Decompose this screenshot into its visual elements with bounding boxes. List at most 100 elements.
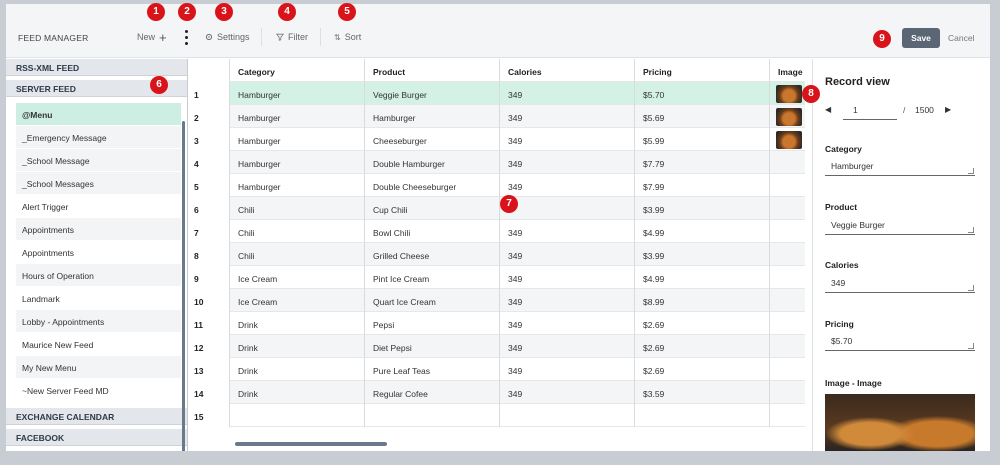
cell-product[interactable]: Pure Leaf Teas	[365, 358, 500, 381]
cell-category[interactable]: Chili	[230, 197, 365, 220]
cell-calories[interactable]: 349	[500, 82, 635, 105]
sort-button[interactable]: ⇅ Sort	[334, 32, 361, 42]
cell-image[interactable]	[770, 82, 805, 105]
row-number[interactable]: 14	[188, 381, 230, 404]
group-rss-xml-feed[interactable]: RSS-XML FEED	[6, 59, 187, 76]
previous-record-icon[interactable]: ◀	[825, 105, 831, 114]
table-row[interactable]: 13 Drink Pure Leaf Teas 349 $2.69	[188, 358, 805, 381]
feed-item[interactable]: Appointments	[16, 241, 181, 264]
cell-pricing[interactable]: $3.59	[635, 381, 770, 404]
cell-pricing[interactable]: $2.69	[635, 312, 770, 335]
column-header-calories[interactable]: Calories	[500, 59, 635, 82]
column-header-image[interactable]: Image -	[770, 59, 805, 82]
row-number[interactable]: 6	[188, 197, 230, 220]
cell-pricing[interactable]: $4.99	[635, 266, 770, 289]
feed-item[interactable]: Appointments	[16, 218, 181, 241]
cell-pricing[interactable]: $7.79	[635, 151, 770, 174]
cell-category[interactable]	[230, 404, 365, 427]
row-number[interactable]: 2	[188, 105, 230, 128]
more-options-icon[interactable]	[184, 29, 188, 49]
feed-item[interactable]: Hours of Operation	[16, 264, 181, 287]
cell-product[interactable]	[365, 404, 500, 427]
cell-product[interactable]: Bowl Chili	[365, 220, 500, 243]
row-number[interactable]: 1	[188, 82, 230, 105]
cell-calories[interactable]: 349	[500, 358, 635, 381]
cell-pricing[interactable]	[635, 404, 770, 427]
feed-item[interactable]: Maurice New Feed	[16, 333, 181, 356]
cell-calories[interactable]: 349	[500, 289, 635, 312]
cell-product[interactable]: Regular Cofee	[365, 381, 500, 404]
new-button[interactable]: New +	[137, 31, 167, 44]
cell-image[interactable]	[770, 128, 805, 151]
cell-calories[interactable]: 349	[500, 266, 635, 289]
image-thumbnail[interactable]	[776, 131, 802, 149]
cell-calories[interactable]: 349	[500, 128, 635, 151]
cell-calories[interactable]: 349	[500, 220, 635, 243]
feed-item[interactable]: _Emergency Message	[16, 126, 181, 149]
cell-image[interactable]	[770, 174, 805, 197]
feed-item[interactable]: Alert Trigger	[16, 195, 181, 218]
row-number[interactable]: 8	[188, 243, 230, 266]
cell-pricing[interactable]: $5.70	[635, 82, 770, 105]
cell-image[interactable]	[770, 220, 805, 243]
cell-image[interactable]	[770, 404, 805, 427]
cell-category[interactable]: Drink	[230, 381, 365, 404]
filter-button[interactable]: Filter	[276, 32, 308, 42]
row-number[interactable]: 11	[188, 312, 230, 335]
cell-category[interactable]: Hamburger	[230, 151, 365, 174]
table-row[interactable]: 8 Chili Grilled Cheese 349 $3.99	[188, 243, 805, 266]
cell-calories[interactable]	[500, 197, 635, 220]
cell-pricing[interactable]: $3.99	[635, 197, 770, 220]
cell-product[interactable]: Cheeseburger	[365, 128, 500, 151]
cell-calories[interactable]: 349	[500, 105, 635, 128]
row-number[interactable]: 4	[188, 151, 230, 174]
cell-category[interactable]: Ice Cream	[230, 289, 365, 312]
table-row[interactable]: 11 Drink Pepsi 349 $2.69	[188, 312, 805, 335]
cell-category[interactable]: Drink	[230, 358, 365, 381]
cell-pricing[interactable]: $2.69	[635, 358, 770, 381]
record-image[interactable]	[825, 394, 975, 451]
row-number[interactable]: 5	[188, 174, 230, 197]
save-button[interactable]: Save	[902, 28, 940, 48]
cell-category[interactable]: Hamburger	[230, 128, 365, 151]
table-row[interactable]: 14 Drink Regular Cofee 349 $3.59	[188, 381, 805, 404]
feed-item[interactable]: My New Menu	[16, 356, 181, 379]
cell-category[interactable]: Chili	[230, 220, 365, 243]
cell-category[interactable]: Hamburger	[230, 82, 365, 105]
category-field[interactable]: Hamburger	[825, 156, 975, 176]
cell-image[interactable]	[770, 266, 805, 289]
cell-category[interactable]: Hamburger	[230, 174, 365, 197]
pricing-field[interactable]: $5.70	[825, 331, 975, 351]
table-row[interactable]: 15	[188, 404, 805, 427]
feed-item[interactable]: Lobby - Appointments	[16, 310, 181, 333]
cell-product[interactable]: Double Hamburger	[365, 151, 500, 174]
table-row[interactable]: 5 Hamburger Double Cheeseburger 349 $7.99	[188, 174, 805, 197]
cell-image[interactable]	[770, 381, 805, 404]
cell-pricing[interactable]: $5.69	[635, 105, 770, 128]
feed-item[interactable]: _School Messages	[16, 172, 181, 195]
cell-pricing[interactable]: $5.99	[635, 128, 770, 151]
cell-product[interactable]: Veggie Burger	[365, 82, 500, 105]
cell-calories[interactable]: 349	[500, 335, 635, 358]
row-number[interactable]: 7	[188, 220, 230, 243]
cell-pricing[interactable]: $8.99	[635, 289, 770, 312]
cell-pricing[interactable]: $4.99	[635, 220, 770, 243]
column-header-pricing[interactable]: Pricing	[635, 59, 770, 82]
cell-category[interactable]: Ice Cream	[230, 266, 365, 289]
cell-image[interactable]	[770, 312, 805, 335]
table-row[interactable]: 2 Hamburger Hamburger 349 $5.69	[188, 105, 805, 128]
row-number[interactable]: 10	[188, 289, 230, 312]
column-header-category[interactable]: Category	[230, 59, 365, 82]
table-row[interactable]: 9 Ice Cream Pint Ice Cream 349 $4.99	[188, 266, 805, 289]
cell-calories[interactable]: 349	[500, 151, 635, 174]
row-number[interactable]: 15	[188, 404, 230, 427]
group-facebook[interactable]: FACEBOOK	[6, 429, 187, 446]
cell-product[interactable]: Cup Chili	[365, 197, 500, 220]
cell-product[interactable]: Quart Ice Cream	[365, 289, 500, 312]
cell-pricing[interactable]: $3.99	[635, 243, 770, 266]
cell-calories[interactable]: 349	[500, 381, 635, 404]
product-field[interactable]: Veggie Burger	[825, 215, 975, 235]
cell-image[interactable]	[770, 335, 805, 358]
cell-category[interactable]: Drink	[230, 312, 365, 335]
image-thumbnail[interactable]	[776, 85, 802, 103]
